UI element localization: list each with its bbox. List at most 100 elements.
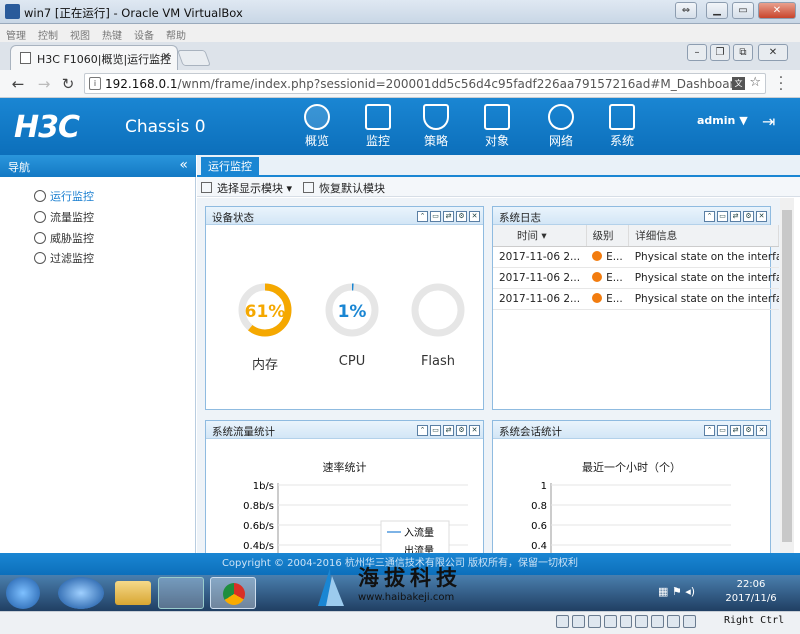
- maximize-icon[interactable]: ▭: [717, 211, 728, 222]
- file-explorer-icon[interactable]: [115, 581, 151, 605]
- settings-icon[interactable]: ⚙: [743, 425, 754, 436]
- browser-toolbar: ← → ↻ i 192.168.0.1/wnm/frame/index.php?…: [0, 70, 800, 98]
- sidebar-item-runtime-monitor[interactable]: 运行监控: [34, 188, 94, 204]
- sidebar-item-threat-monitor[interactable]: 威胁监控: [34, 230, 94, 246]
- nav-label: 系统: [609, 134, 634, 148]
- guest-close-button[interactable]: ✕: [758, 44, 788, 61]
- content-scrollbar[interactable]: [780, 198, 794, 553]
- clock-icon: [34, 232, 46, 244]
- watermark-url: www.haibakeji.com: [358, 592, 455, 603]
- internet-explorer-icon[interactable]: [58, 577, 104, 609]
- cpu-icon[interactable]: [683, 615, 697, 628]
- tab-runtime-monitor[interactable]: 运行监控: [201, 157, 259, 177]
- display-icon[interactable]: [651, 615, 665, 628]
- fullscreen-button[interactable]: ⇔: [675, 2, 697, 19]
- panel-title: 设备状态: [212, 212, 254, 224]
- chrome-menu-icon[interactable]: · · ·: [776, 71, 786, 97]
- log-level: E...: [586, 246, 629, 268]
- collapse-icon[interactable]: ⌃: [704, 211, 715, 222]
- shared-folder-icon[interactable]: [635, 615, 649, 628]
- sidebar-item-label: 运行监控: [50, 190, 94, 203]
- user-menu[interactable]: admin ▼: [697, 114, 748, 127]
- settings-icon[interactable]: ⚙: [456, 425, 467, 436]
- forward-arrow-icon[interactable]: →: [34, 74, 54, 94]
- sidebar-item-filter-monitor[interactable]: 过滤监控: [34, 250, 94, 266]
- chrome-taskbar-button[interactable]: [210, 577, 256, 609]
- refresh-icon[interactable]: ⇄: [443, 425, 454, 436]
- clock-icon: [34, 211, 46, 223]
- nav-objects[interactable]: 对象: [472, 104, 522, 149]
- new-tab-button[interactable]: [177, 50, 211, 66]
- taskbar-clock[interactable]: 22:06 2017/11/6: [722, 578, 780, 606]
- refresh-icon[interactable]: ⇄: [443, 211, 454, 222]
- window-title: win7 [正在运行] - Oracle VM VirtualBox: [24, 6, 243, 20]
- refresh-icon[interactable]: ⇄: [730, 211, 741, 222]
- log-row[interactable]: 2017-11-06 2... E... Physical state on the…: [493, 246, 779, 268]
- y-tick-label: 0.8b/s: [243, 501, 274, 512]
- panel-title: 系统流量统计: [212, 426, 275, 438]
- settings-icon[interactable]: ⚙: [456, 211, 467, 222]
- tray-icons[interactable]: ▦ ⚑ ◂): [658, 585, 695, 598]
- nav-system[interactable]: 系统: [597, 104, 647, 149]
- translate-icon[interactable]: 文: [732, 77, 745, 90]
- nav-overview[interactable]: 概览: [292, 104, 342, 149]
- guest-minimize-button[interactable]: –: [687, 44, 707, 61]
- collapse-icon[interactable]: ⌃: [417, 211, 428, 222]
- url-bar[interactable]: i 192.168.0.1/wnm/frame/index.php?sessio…: [84, 73, 766, 94]
- optical-drive-icon[interactable]: [571, 615, 585, 628]
- main-tab-bar: 运行监控: [197, 155, 800, 177]
- monitor-icon: [365, 104, 391, 130]
- log-row[interactable]: 2017-11-06 2... E... Physical state on the…: [493, 288, 779, 310]
- gauge-1: 1%: [323, 281, 381, 339]
- tab-close-icon[interactable]: ✕: [162, 50, 171, 63]
- reload-icon[interactable]: ↻: [58, 74, 78, 94]
- device-status-panel: 设备状态 ⌃ ▭ ⇄ ⚙ ✕ 61% 内存 1% CPU Flash: [205, 206, 484, 410]
- audio-icon[interactable]: [587, 615, 601, 628]
- panel-header: 系统会话统计 ⌃ ▭ ⇄ ⚙ ✕: [493, 421, 770, 439]
- collapse-sidebar-icon[interactable]: «: [179, 157, 188, 173]
- collapse-icon[interactable]: ⌃: [704, 425, 715, 436]
- close-icon[interactable]: ✕: [756, 425, 767, 436]
- browser-tab[interactable]: H3C F1060|概览|运行监控 ✕: [10, 45, 178, 70]
- hdd-icon[interactable]: [556, 615, 569, 628]
- sidebar-item-traffic-monitor[interactable]: 流量监控: [34, 209, 94, 225]
- restore-default-button[interactable]: 恢复默认模块: [303, 180, 385, 196]
- column-level[interactable]: 级别: [586, 225, 630, 247]
- log-row[interactable]: 2017-11-06 2... E... Physical state on the…: [493, 267, 779, 289]
- select-modules-button[interactable]: 选择显示模块 ▾: [201, 180, 292, 196]
- minimize-button[interactable]: ▁: [706, 2, 728, 19]
- network-icon[interactable]: [603, 615, 617, 628]
- app-header: H3C Chassis 0 概览 监控 策略 对象 网络 系统 admin ▼ …: [0, 98, 800, 155]
- close-button[interactable]: ✕: [758, 2, 796, 19]
- nav-policy[interactable]: 策略: [411, 104, 461, 149]
- page-info-icon[interactable]: i: [89, 77, 101, 90]
- log-detail: Physical state on the interface...: [628, 288, 779, 310]
- maximize-icon[interactable]: ▭: [430, 211, 441, 222]
- maximize-icon[interactable]: ▭: [717, 425, 728, 436]
- maximize-button[interactable]: ▭: [732, 2, 754, 19]
- scrollbar-thumb[interactable]: [782, 210, 792, 542]
- recording-icon[interactable]: [667, 615, 681, 628]
- start-button-icon[interactable]: [6, 577, 40, 609]
- column-detail[interactable]: 详细信息: [628, 225, 780, 247]
- maximize-icon[interactable]: ▭: [430, 425, 441, 436]
- nav-network[interactable]: 网络: [536, 104, 586, 149]
- guest-restore-button[interactable]: ❐: [710, 44, 730, 61]
- y-tick-label: 0.6: [531, 521, 547, 532]
- usb-icon[interactable]: [619, 615, 633, 628]
- control-panel-icon[interactable]: [158, 577, 204, 609]
- close-icon[interactable]: ✕: [469, 425, 480, 436]
- url-text[interactable]: 192.168.0.1/wnm/frame/index.php?sessioni…: [105, 77, 742, 91]
- collapse-icon[interactable]: ⌃: [417, 425, 428, 436]
- settings-icon[interactable]: ⚙: [743, 211, 754, 222]
- nav-monitor[interactable]: 监控: [353, 104, 403, 149]
- close-icon[interactable]: ✕: [469, 211, 480, 222]
- refresh-icon[interactable]: ⇄: [730, 425, 741, 436]
- logout-icon[interactable]: ⇥: [762, 112, 775, 131]
- guest-min2-button[interactable]: ⧉: [733, 44, 753, 61]
- close-icon[interactable]: ✕: [756, 211, 767, 222]
- column-time[interactable]: 时间 ▾: [493, 225, 587, 247]
- bookmark-star-icon[interactable]: ☆: [749, 75, 761, 90]
- back-arrow-icon[interactable]: ←: [8, 74, 28, 94]
- virtualbox-icon: [5, 4, 20, 19]
